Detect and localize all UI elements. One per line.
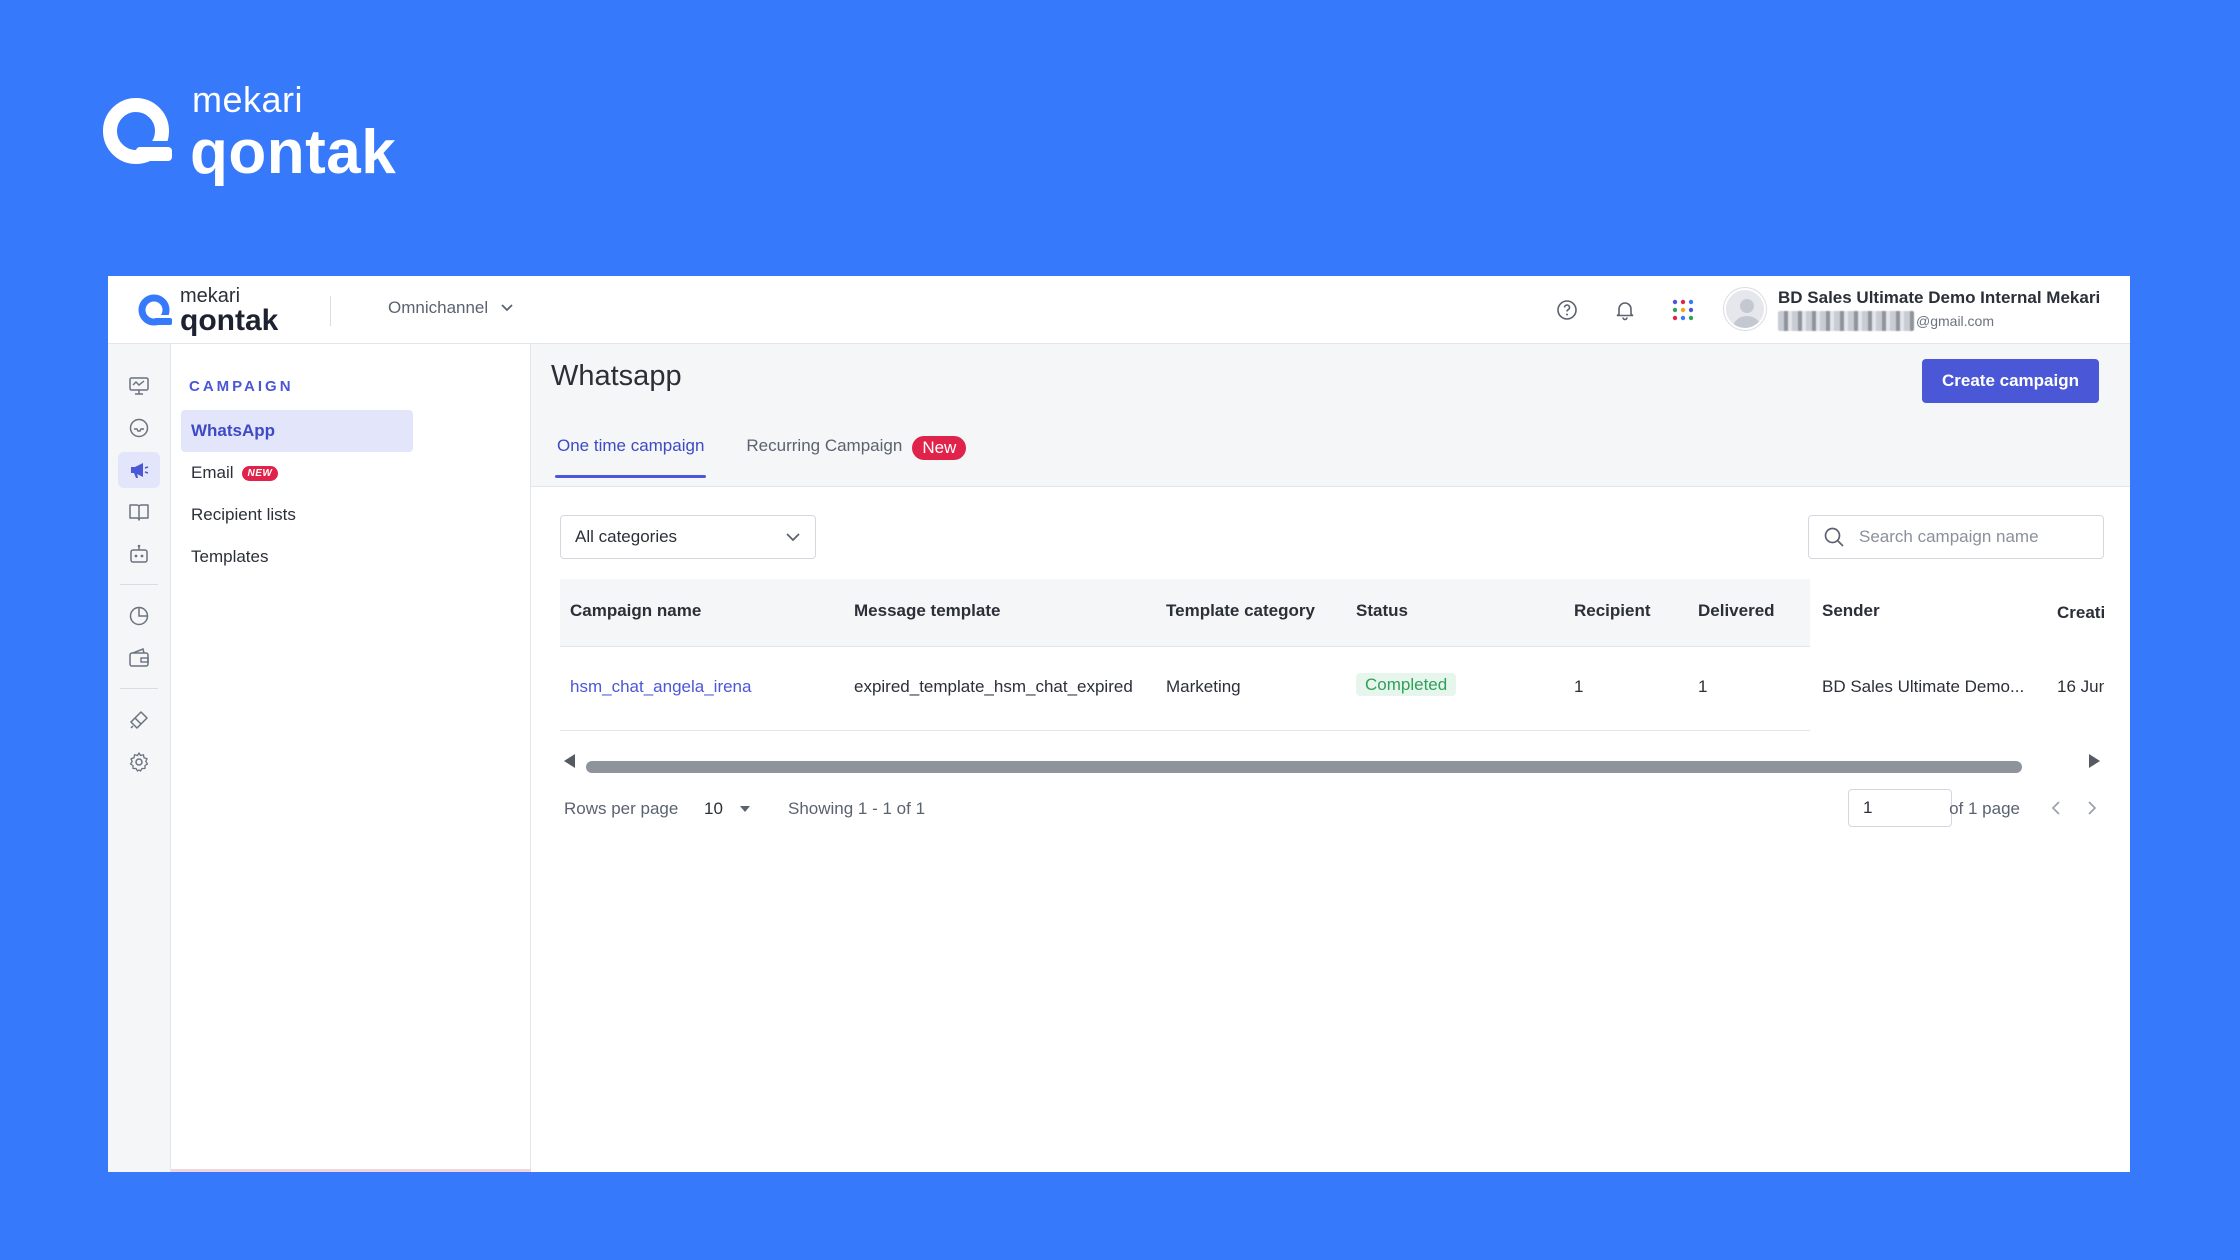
pie-chart-icon[interactable] [118, 598, 160, 634]
sidebar-item-templates[interactable]: Templates [181, 536, 413, 578]
search-icon [1824, 527, 1844, 547]
search-input[interactable] [1859, 527, 2079, 547]
plug-icon[interactable] [118, 702, 160, 738]
page-title: Whatsapp [551, 360, 682, 392]
top-divider [330, 296, 331, 326]
rows-per-page-value: 10 [704, 799, 723, 818]
redacted-email [1778, 311, 1914, 332]
chevron-right-icon[interactable] [2086, 799, 2098, 817]
user-email-suffix: @gmail.com [1916, 313, 1995, 330]
main-content: Whatsapp Create campaign One time campai… [531, 344, 2130, 1172]
sidebar-item-label: WhatsApp [191, 421, 276, 440]
help-icon[interactable] [1553, 296, 1581, 324]
column-header[interactable]: Delivered [1698, 601, 1775, 621]
bot-icon[interactable] [118, 536, 160, 572]
brand-line2: qontak [190, 118, 397, 187]
chevron-down-icon [786, 533, 800, 542]
sidebar-item-label: Email [191, 463, 234, 482]
sender-cell: BD Sales Ultimate Demo... [1822, 677, 2025, 696]
column-header[interactable]: Template category [1166, 601, 1315, 621]
page-number-input[interactable] [1848, 789, 1952, 827]
column-header-label: Creation date [2057, 603, 2104, 622]
avatar [1724, 288, 1766, 330]
brand-line1: mekari [192, 79, 304, 120]
column-header[interactable]: Recipient [1574, 601, 1651, 621]
pagination: Rows per page 10 Showing 1 - 1 of 1 of 1… [564, 789, 2104, 829]
status-cell: Completed [1356, 673, 1457, 696]
inbox-icon[interactable] [118, 410, 160, 446]
rail-divider [120, 584, 158, 585]
campaign-panel: All categories Campaign name Message tem… [531, 486, 2130, 1172]
user-email: @gmail.com [1778, 311, 2100, 332]
scrollbar-track[interactable] [586, 755, 2078, 773]
book-icon[interactable] [118, 494, 160, 530]
rows-per-page-label: Rows per page [564, 799, 679, 818]
status-badge: Completed [1356, 673, 1457, 696]
sidebar-item-label: Templates [191, 547, 269, 566]
sidebar-heading: CAMPAIGN [189, 378, 294, 395]
new-badge: New [912, 436, 967, 460]
product-switcher-label: Omnichannel [388, 298, 489, 317]
rail-divider [120, 688, 158, 689]
table-header: Campaign name Message template Template … [560, 579, 2104, 647]
rows-per-page-select[interactable]: 10 [704, 799, 751, 819]
recipient-cell: 1 [1574, 677, 1584, 696]
apps-grid-icon[interactable] [1669, 296, 1697, 324]
delivered-cell: 1 [1698, 677, 1708, 696]
wallet-icon[interactable] [118, 640, 160, 676]
product-switcher[interactable]: Omnichannel [388, 298, 514, 318]
campaign-table: Campaign name Message template Template … [560, 579, 2104, 749]
campaign-tabs: One time campaign Recurring Campaign New [555, 428, 968, 478]
user-profile[interactable]: BD Sales Ultimate Demo Internal Mekari @… [1724, 288, 2101, 332]
new-badge: NEW [241, 465, 279, 481]
monitor-icon[interactable] [118, 368, 160, 404]
icon-rail [108, 344, 171, 1172]
message-template-cell: expired_template_hsm_chat_expired [854, 677, 1133, 696]
settings-icon[interactable] [118, 744, 160, 780]
app-window: mekari qontak Omnichannel BD Sales Ultim… [108, 276, 2130, 1172]
column-header[interactable]: Sender [1822, 601, 1880, 621]
table-row[interactable]: hsm_chat_angela_irena expired_template_h… [560, 647, 2104, 731]
campaign-name-link[interactable]: hsm_chat_angela_irena [570, 677, 751, 697]
column-header-creation-date[interactable]: Creation date [2057, 603, 2104, 623]
sidebar-item-whatsapp[interactable]: WhatsApp [181, 410, 413, 452]
tab-label: Recurring Campaign [746, 436, 903, 455]
scrollbar-thumb[interactable] [586, 761, 2022, 773]
bell-icon[interactable] [1611, 296, 1639, 324]
tab-one-time-campaign[interactable]: One time campaign [555, 428, 707, 478]
column-header[interactable]: Campaign name [570, 601, 701, 621]
template-category-cell: Marketing [1166, 677, 1241, 696]
scroll-right-icon[interactable] [2089, 754, 2100, 768]
page-total: of 1 page [1949, 799, 2020, 818]
megaphone-icon[interactable] [118, 452, 160, 488]
app-logo-line1: mekari [180, 285, 241, 307]
qontak-logo-icon [103, 98, 172, 164]
sidebar-item-label: Recipient lists [191, 505, 296, 524]
column-header[interactable]: Message template [854, 601, 1000, 621]
sidebar-item-recipient-lists[interactable]: Recipient lists [181, 494, 413, 536]
category-select-value: All categories [575, 527, 678, 546]
horizontal-scrollbar[interactable] [560, 749, 2104, 773]
tab-label: One time campaign [557, 436, 705, 455]
scroll-left-icon[interactable] [564, 754, 575, 768]
user-name: BD Sales Ultimate Demo Internal Mekari [1778, 288, 2101, 307]
tab-recurring-campaign[interactable]: Recurring Campaign New [744, 428, 968, 478]
campaign-sidebar: CAMPAIGN WhatsApp Email NEW Recipient li… [171, 344, 571, 1172]
column-header[interactable]: Status [1356, 601, 1408, 621]
chevron-down-icon [501, 304, 513, 312]
create-campaign-button[interactable]: Create campaign [1922, 359, 2099, 403]
app-logo-line2: qontak [180, 304, 279, 337]
sidebar-footer-line [171, 1169, 571, 1172]
creation-date-cell: 16 Jun 2025 at 15:4 [2057, 677, 2104, 696]
qontak-logo-icon [138, 294, 172, 326]
showing-count: Showing 1 - 1 of 1 [788, 799, 926, 818]
search-box [1808, 515, 2104, 559]
app-logo[interactable]: mekari qontak [136, 286, 278, 336]
chevron-left-icon[interactable] [2050, 799, 2062, 817]
category-select[interactable]: All categories [560, 515, 816, 559]
sidebar-item-email[interactable]: Email NEW [181, 452, 413, 494]
top-bar: mekari qontak Omnichannel BD Sales Ultim… [108, 276, 2130, 344]
brand-logo: mekari qontak [100, 82, 396, 184]
caret-down-icon [739, 806, 750, 812]
